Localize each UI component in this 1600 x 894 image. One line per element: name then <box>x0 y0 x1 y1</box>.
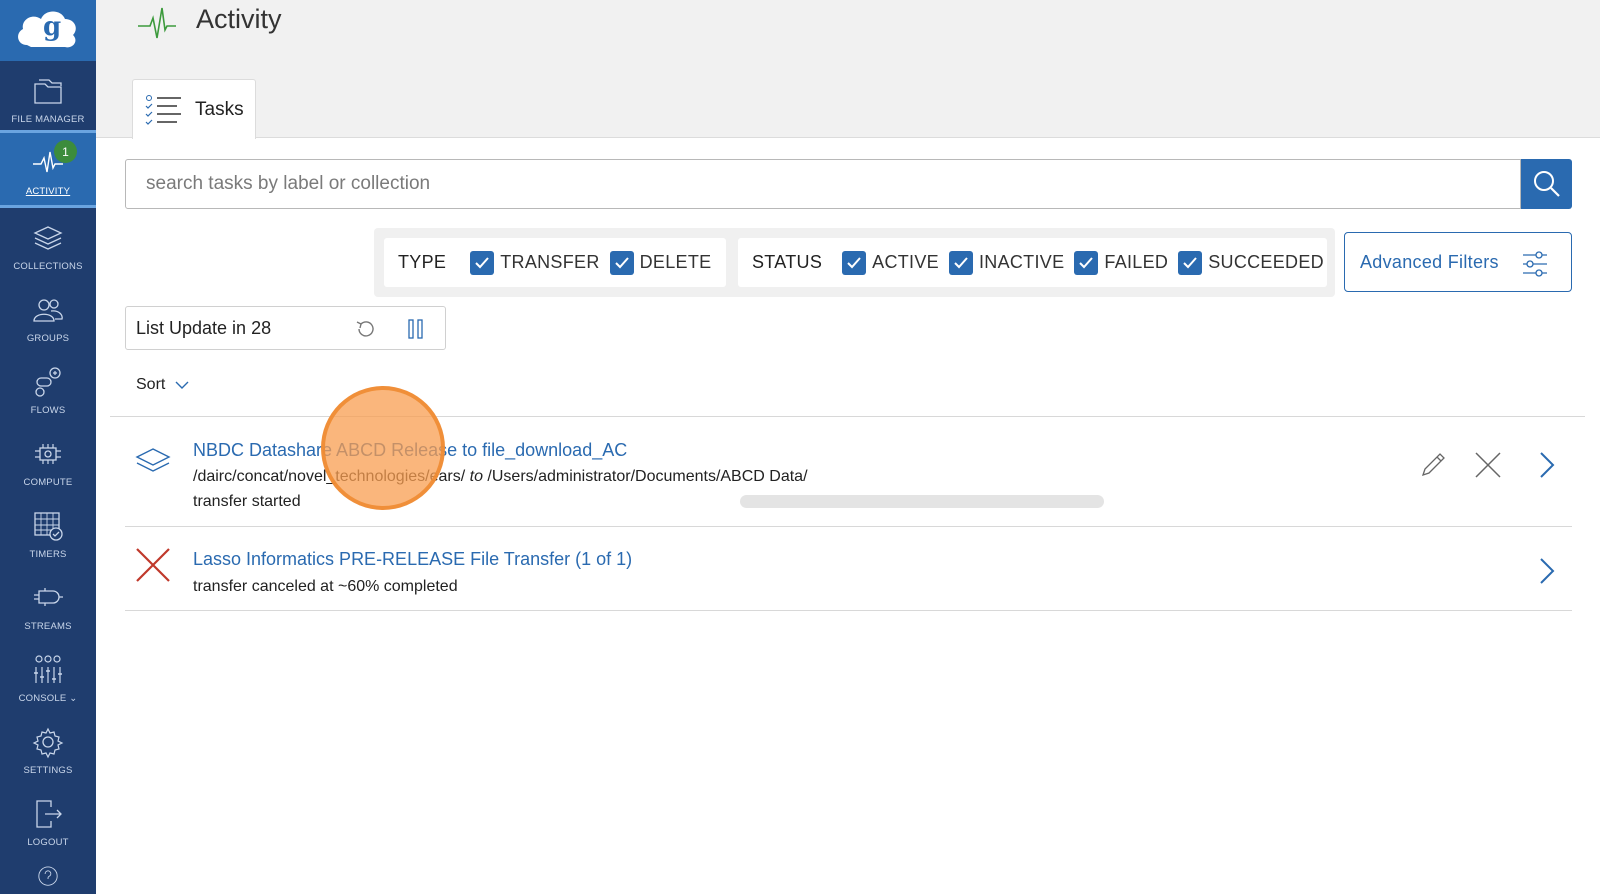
folder-icon <box>34 79 62 104</box>
type-filter-group: TYPE TRANSFER DELETE <box>384 238 726 287</box>
sliders-icon <box>1523 251 1547 277</box>
svg-text:g: g <box>43 12 61 42</box>
checkbox-inactive[interactable]: INACTIVE <box>948 250 1064 275</box>
layers-icon <box>135 448 171 472</box>
sidebar-item-label: SETTINGS <box>23 765 73 776</box>
timer-icon <box>34 512 63 541</box>
list-update-control: List Update in 28 <box>125 306 446 350</box>
logout-icon <box>36 800 62 828</box>
checkbox-checked-icon <box>1074 250 1099 275</box>
search-icon <box>1533 171 1560 197</box>
sidebar-item-console[interactable]: CONSOLE ⌄ <box>0 640 96 712</box>
task-status: transfer started <box>193 493 301 510</box>
layers-icon <box>33 226 63 250</box>
sidebar-item-label: CONSOLE ⌄ <box>18 693 78 704</box>
chevron-down-icon <box>175 381 189 389</box>
sidebar-item-compute[interactable]: COMPUTE <box>0 424 96 496</box>
search-button[interactable] <box>1521 159 1572 209</box>
sidebar-item-activity[interactable]: 1 ACTIVITY <box>0 130 96 208</box>
sidebar-item-collections[interactable]: COLLECTIONS <box>0 208 96 280</box>
sidebar-item-label: LOGOUT <box>27 837 69 848</box>
checkbox-transfer[interactable]: TRANSFER <box>470 250 599 275</box>
page-header: Activity Tasks <box>96 0 1600 139</box>
sidebar-item-logout[interactable]: LOGOUT <box>0 784 96 856</box>
activity-icon <box>138 7 176 39</box>
checkbox-checked-icon <box>609 250 634 275</box>
filter-bar: TYPE TRANSFER DELETE STATUS ACTIVE INACT… <box>374 228 1335 297</box>
globus-logo[interactable]: g <box>0 0 96 61</box>
sidebar-item-flows[interactable]: FLOWS <box>0 352 96 424</box>
tab-tasks[interactable]: Tasks <box>132 79 256 139</box>
notification-badge: 1 <box>54 140 77 163</box>
sidebar-item-label: GROUPS <box>26 333 70 344</box>
sidebar-item-label: COMPUTE <box>23 477 73 488</box>
list-divider <box>125 610 1572 611</box>
sidebar-item-timers[interactable]: TIMERS <box>0 496 96 568</box>
flows-icon <box>35 367 61 397</box>
task-list-icon <box>145 94 181 125</box>
failed-x-icon <box>136 548 170 582</box>
cloud-logo-icon: g <box>18 11 76 47</box>
help-icon <box>38 866 58 886</box>
sidebar-item-label: COLLECTIONS <box>13 261 83 272</box>
sidebar-item-label: STREAMS <box>24 621 72 632</box>
sidebar-item-label: FLOWS <box>30 405 66 416</box>
sort-label: Sort <box>136 376 166 393</box>
tab-label: Tasks <box>195 98 244 120</box>
search-bar <box>125 159 1572 209</box>
sidebar: g FILE MANAGER 1 ACTIVITY COLLECTIONS GR… <box>0 0 96 894</box>
chevron-right-icon[interactable] <box>1537 557 1557 585</box>
sidebar-item-file-manager[interactable]: FILE MANAGER <box>0 61 96 133</box>
pause-icon[interactable] <box>406 317 426 341</box>
checkbox-checked-icon <box>1178 250 1203 275</box>
sidebar-item-groups[interactable]: GROUPS <box>0 280 96 352</box>
task-path: /dairc/concat/novel_technologies/ears/ t… <box>193 468 808 485</box>
checkbox-checked-icon <box>842 250 867 275</box>
edit-pencil-icon[interactable] <box>1418 450 1448 480</box>
streams-icon <box>34 588 63 606</box>
list-update-text: List Update in 28 <box>136 317 272 338</box>
checkbox-delete[interactable]: DELETE <box>609 250 712 275</box>
status-filter-label: STATUS <box>752 252 823 272</box>
advanced-filters-button[interactable]: Advanced Filters <box>1344 232 1572 292</box>
console-icon <box>34 655 62 683</box>
checkbox-active[interactable]: ACTIVE <box>842 250 939 275</box>
cancel-task-icon[interactable] <box>1473 450 1503 480</box>
sort-dropdown[interactable]: Sort <box>136 376 189 394</box>
sidebar-item-help[interactable] <box>0 856 96 894</box>
task-status: transfer canceled at ~60% completed <box>193 578 458 595</box>
group-icon <box>33 299 63 322</box>
page-title: Activity <box>196 4 282 34</box>
task-title[interactable]: Lasso Informatics PRE-RELEASE File Trans… <box>193 549 632 570</box>
type-filter-label: TYPE <box>398 252 447 272</box>
sidebar-item-streams[interactable]: STREAMS <box>0 568 96 640</box>
checkbox-checked-icon <box>470 250 495 275</box>
sidebar-item-label: TIMERS <box>29 549 67 560</box>
checkbox-checked-icon <box>948 250 973 275</box>
task-row[interactable]: NBDC Datashare ABCD Release to file_down… <box>125 417 1572 526</box>
task-row[interactable]: Lasso Informatics PRE-RELEASE File Trans… <box>125 527 1572 610</box>
checkbox-failed[interactable]: FAILED <box>1074 250 1168 275</box>
refresh-icon[interactable] <box>354 317 378 341</box>
search-input[interactable] <box>125 159 1521 209</box>
sidebar-item-settings[interactable]: SETTINGS <box>0 712 96 784</box>
chevron-right-icon[interactable] <box>1537 451 1557 479</box>
progress-bar <box>740 495 1104 508</box>
sidebar-item-label: FILE MANAGER <box>11 114 85 125</box>
gear-icon <box>32 727 64 759</box>
compute-icon <box>35 444 61 464</box>
advanced-filters-label: Advanced Filters <box>1360 251 1499 272</box>
checkbox-succeeded[interactable]: SUCCEEDED <box>1178 250 1324 275</box>
sidebar-item-label: ACTIVITY <box>25 186 71 197</box>
task-title[interactable]: NBDC Datashare ABCD Release to file_down… <box>193 440 627 461</box>
status-filter-group: STATUS ACTIVE INACTIVE FAILED SUCCEEDED <box>738 238 1327 287</box>
